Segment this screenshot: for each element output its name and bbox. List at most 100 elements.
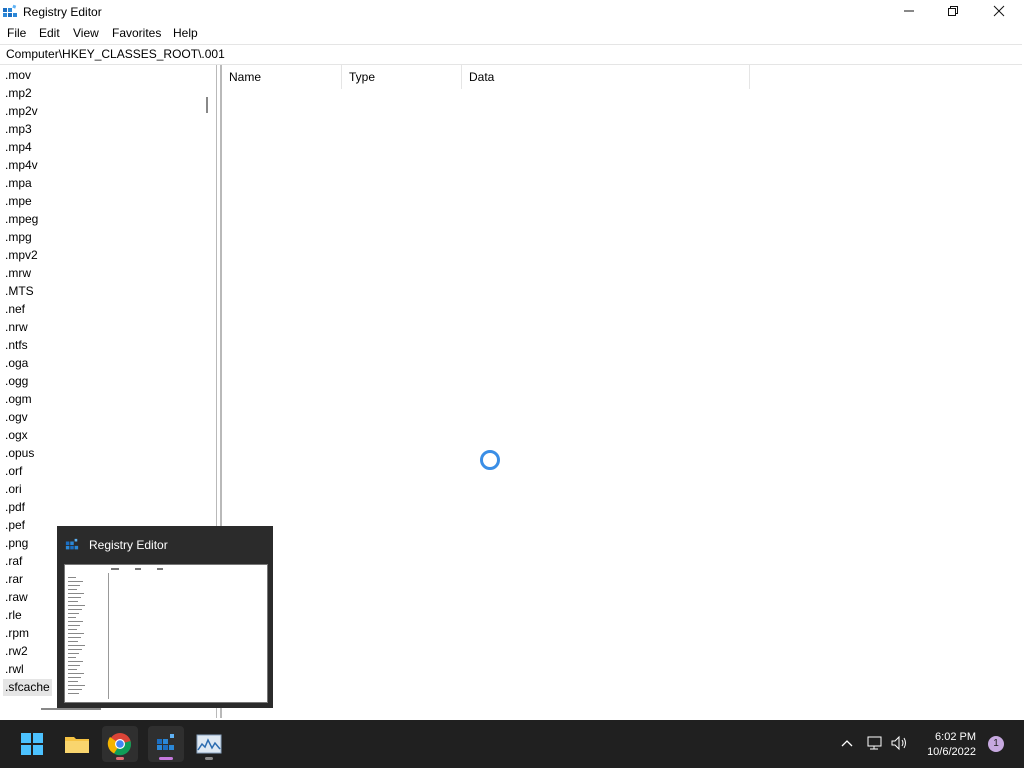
taskbar-thumbnail-preview[interactable]: Registry Editor (57, 526, 273, 708)
tree-item[interactable]: .mpv2 (3, 247, 40, 264)
tree-item[interactable]: .mp3 (3, 121, 34, 138)
tree-item[interactable]: .mpg (3, 229, 34, 246)
preview-tree-line (68, 621, 83, 622)
column-header-name[interactable]: Name (222, 65, 342, 89)
close-button[interactable] (976, 0, 1022, 22)
tree-item[interactable]: .ntfs (3, 337, 30, 354)
tree-item[interactable]: .rle (3, 607, 24, 624)
tree-item[interactable]: .rwl (3, 661, 26, 678)
menu-view[interactable]: View (73, 26, 99, 40)
column-header-type[interactable]: Type (342, 65, 462, 89)
registry-editor-icon (65, 538, 79, 550)
taskbar-chrome[interactable] (102, 726, 138, 762)
tree-item[interactable]: .rar (3, 571, 25, 588)
preview-tree-line (68, 653, 79, 654)
tree-item[interactable]: .png (3, 535, 30, 552)
preview-tree-line (68, 625, 80, 626)
tree-item[interactable]: .opus (3, 445, 36, 462)
tree-item[interactable]: .raf (3, 553, 24, 570)
tree-item[interactable]: .ogg (3, 373, 30, 390)
tree-item[interactable]: .mpa (3, 175, 34, 192)
taskbar-file-explorer[interactable] (59, 726, 95, 762)
preview-tree-line (68, 685, 85, 686)
preview-column-type (135, 568, 141, 570)
tree-item[interactable]: .mp4 (3, 139, 34, 156)
tree-vertical-scroll-thumb[interactable] (206, 97, 208, 113)
menu-favorites[interactable]: Favorites (112, 26, 161, 40)
tree-item[interactable]: .raw (3, 589, 30, 606)
preview-tree-line (68, 657, 76, 658)
tree-item[interactable]: .orf (3, 463, 24, 480)
preview-column-name (111, 568, 119, 570)
tree-item[interactable]: .sfcache (3, 679, 52, 696)
tree-item[interactable]: .MTS (3, 283, 36, 300)
tree-item[interactable]: .rpm (3, 625, 31, 642)
preview-tree-line (68, 661, 83, 662)
tree-item[interactable]: .oga (3, 355, 30, 372)
menu-file[interactable]: File (7, 26, 26, 40)
tree-item[interactable]: .pef (3, 517, 27, 534)
tree-item[interactable]: .mov (3, 67, 33, 84)
preview-tree-line (68, 669, 77, 670)
notification-badge[interactable]: 1 (988, 736, 1004, 752)
clock-date: 10/6/2022 (927, 746, 976, 758)
tree-item[interactable]: .ogv (3, 409, 30, 426)
preview-tree-line (68, 617, 76, 618)
preview-tree-line (68, 629, 77, 630)
preview-tree-line (68, 677, 81, 678)
tree-item[interactable]: .mp2v (3, 103, 40, 120)
tree-item[interactable]: .pdf (3, 499, 27, 516)
address-path[interactable]: Computer\HKEY_CLASSES_ROOT\.001 (6, 47, 225, 61)
tree-item[interactable]: .mrw (3, 265, 33, 282)
preview-tree-line (68, 613, 79, 614)
preview-tree-line (68, 633, 84, 634)
tree-item[interactable]: .mp4v (3, 157, 40, 174)
values-pane[interactable]: Name Type Data (221, 65, 1023, 718)
taskbar-registry-editor[interactable] (148, 726, 184, 762)
preview-tree-line (68, 645, 85, 646)
preview-title: Registry Editor (89, 538, 168, 552)
menu-edit[interactable]: Edit (39, 26, 60, 40)
tree-item[interactable]: .ogm (3, 391, 34, 408)
preview-tree-line (68, 649, 82, 650)
menu-help[interactable]: Help (173, 26, 198, 40)
show-hidden-icons-chevron-up-icon[interactable] (840, 736, 854, 750)
preview-tree-line (68, 577, 76, 578)
title-bar[interactable]: Registry Editor (0, 0, 1024, 22)
window-title: Registry Editor (23, 5, 102, 19)
network-icon[interactable] (866, 734, 884, 752)
tree-item[interactable]: .ori (3, 481, 24, 498)
preview-tree-line (68, 637, 81, 638)
column-header-data[interactable]: Data (462, 65, 750, 89)
tree-item[interactable]: .mp2 (3, 85, 34, 102)
tree-item[interactable]: .nrw (3, 319, 30, 336)
close-icon (993, 5, 1005, 17)
registry-editor-icon (3, 4, 17, 17)
tree-item[interactable]: .rw2 (3, 643, 30, 660)
preview-tree-line (68, 665, 80, 666)
preview-window-thumbnail[interactable] (64, 564, 268, 703)
volume-icon[interactable] (890, 734, 910, 752)
loading-cursor-icon (480, 450, 500, 470)
start-button[interactable] (14, 726, 50, 762)
tree-item[interactable]: .mpe (3, 193, 34, 210)
preview-tree-line (68, 693, 79, 694)
menu-bar: File Edit View Favorites Help (0, 23, 1024, 43)
taskbar-resource-monitor[interactable] (191, 726, 227, 762)
taskbar: 6:02 PM 10/6/2022 (0, 720, 1024, 768)
tree-item[interactable]: .mpeg (3, 211, 40, 228)
restore-icon (948, 6, 958, 16)
preview-tree-line (68, 673, 84, 674)
folder-icon (65, 737, 89, 753)
tree-item[interactable]: .nef (3, 301, 27, 318)
preview-tree-line (68, 689, 82, 690)
preview-tree-line (68, 593, 84, 594)
tree-horizontal-scroll-thumb[interactable] (41, 708, 101, 710)
address-bar[interactable]: Computer\HKEY_CLASSES_ROOT\.001 (0, 44, 1022, 65)
system-clock[interactable]: 6:02 PM 10/6/2022 (912, 730, 976, 760)
tree-item[interactable]: .ogx (3, 427, 30, 444)
preview-tree-line (68, 641, 78, 642)
minimize-button[interactable] (886, 0, 932, 22)
preview-tree-line (68, 681, 78, 682)
restore-button[interactable] (930, 0, 976, 22)
